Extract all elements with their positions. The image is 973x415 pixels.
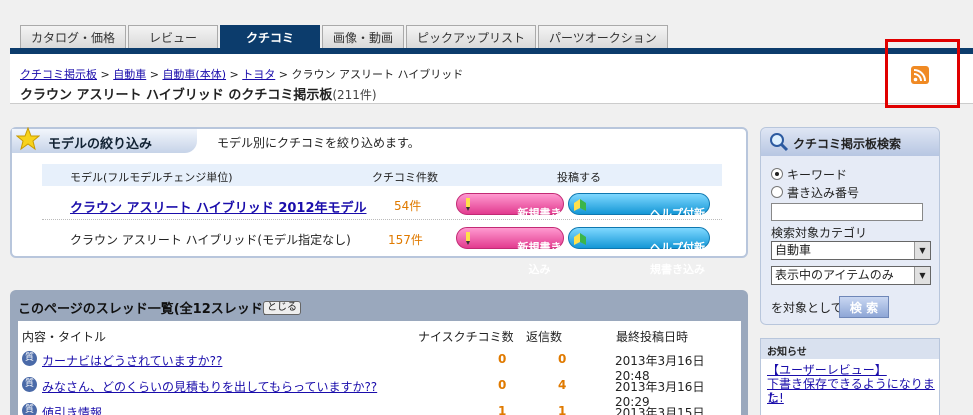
post-number-radio[interactable] bbox=[771, 186, 783, 198]
chevron-down-icon: ▼ bbox=[914, 267, 930, 284]
tab-kuchikomi[interactable]: クチコミ bbox=[220, 25, 321, 49]
highlight-box bbox=[885, 39, 960, 108]
close-button[interactable]: とじる bbox=[263, 301, 301, 315]
col-model: モデル(フルモデルチェンジ単位) bbox=[70, 171, 233, 184]
thread-link[interactable]: みなさん、どのくらいの見積もりを出してもらっていますか?? bbox=[42, 378, 377, 395]
model-table-header: モデル(フルモデルチェンジ単位) クチコミ件数 投稿する bbox=[42, 164, 722, 186]
search-button[interactable]: 検 索 bbox=[839, 296, 889, 318]
col-replies: 返信数 bbox=[526, 330, 563, 344]
tab-images[interactable]: 画像・動画 bbox=[322, 25, 405, 49]
help-post-button[interactable]: ヘルプ付新規書き込み bbox=[568, 227, 710, 276]
model-filter-header: モデルの絞り込み bbox=[12, 127, 197, 153]
new-post-label: 新規書き込み bbox=[517, 241, 562, 276]
keyword-radio-label: キーワード bbox=[787, 168, 848, 182]
last-post-date: 2013年3月15日 23:51 bbox=[615, 406, 705, 415]
category-label: 検索対象カテゴリ bbox=[771, 226, 868, 240]
page: カタログ・価格 レビュー クチコミ 画像・動画 ピックアップリスト パーツオーク… bbox=[0, 0, 973, 415]
news-heading: お知らせ bbox=[761, 339, 939, 359]
thread-link[interactable]: 値引き情報 bbox=[42, 404, 102, 415]
model-filter-panel: モデルの絞り込み モデル別にクチコミを絞り込めます。 モデル(フルモデルチェンジ… bbox=[10, 127, 748, 276]
nice-count: 1 bbox=[498, 404, 507, 415]
new-post-button[interactable]: 新規書き込み bbox=[456, 227, 564, 276]
tab-pickup[interactable]: ピックアップリスト bbox=[406, 25, 537, 49]
category-tabs: カタログ・価格 レビュー クチコミ 画像・動画 ピックアップリスト パーツオーク… bbox=[20, 25, 670, 49]
scope-select[interactable]: 表示中のアイテムのみ ▼ bbox=[771, 266, 931, 285]
page-header: クチコミ掲示板 > 自動車 > 自動車(本体) > トヨタ > クラウン アスリ… bbox=[10, 54, 973, 104]
model-filter-description: モデル別にクチコミを絞り込めます。 bbox=[217, 136, 420, 150]
thread-link[interactable]: カーナビはどうされていますか?? bbox=[42, 352, 222, 369]
thread-row: 質 カーナビはどうされていますか?? 0 0 2013年3月16日 20:48 bbox=[18, 347, 741, 383]
keyword-radio[interactable] bbox=[771, 168, 783, 180]
breadcrumb-car-body[interactable]: 自動車(本体) bbox=[162, 68, 226, 81]
news-item[interactable]: 【ユーザーレビュー】 bbox=[767, 363, 935, 377]
breadcrumb-sep: > bbox=[100, 68, 110, 81]
page-title: クラウン アスリート ハイブリッド のクチコミ掲示板(211件) bbox=[20, 84, 377, 103]
pen-icon bbox=[466, 232, 470, 245]
nice-count: 0 bbox=[498, 378, 507, 392]
thread-row: 質 みなさん、どのくらいの見積もりを出してもらっていますか?? 0 4 2013… bbox=[18, 373, 741, 409]
star-icon bbox=[16, 127, 40, 151]
category-select-value: 自動車 bbox=[775, 243, 812, 257]
category-select[interactable]: 自動車 ▼ bbox=[771, 241, 931, 260]
news-item[interactable]: た! bbox=[767, 391, 935, 405]
breadcrumb-sep: > bbox=[278, 68, 288, 81]
post-number-radio-label: 書き込み番号 bbox=[787, 186, 860, 200]
as-target-label: を対象として bbox=[771, 301, 843, 315]
scope-select-value: 表示中のアイテムのみ bbox=[775, 268, 894, 282]
search-panel: クチコミ掲示板検索 キーワード 書き込み番号 検索対象カテゴリ 自動車 ▼ 表示… bbox=[760, 127, 940, 325]
model-row: クラウン アスリート ハイブリッド 2012年モデル 54件 新規書き込み ヘル… bbox=[42, 188, 722, 242]
thread-list-heading: このページのスレッド一覧(全12スレッド) bbox=[18, 302, 269, 317]
question-icon: 質 bbox=[22, 377, 37, 392]
news-panel: お知らせ 【ユーザーレビュー】 下書き保存できるようになりまし た! bbox=[760, 338, 940, 415]
col-last-post: 最終投稿日時 bbox=[616, 330, 689, 344]
reply-count: 4 bbox=[558, 378, 567, 392]
beginner-mark-icon bbox=[574, 233, 586, 245]
help-post-button[interactable]: ヘルプ付新規書き込み bbox=[568, 193, 710, 242]
question-icon: 質 bbox=[22, 351, 37, 366]
model-name: クラウン アスリート ハイブリッド(モデル指定なし) bbox=[70, 233, 351, 247]
tab-parts-auction[interactable]: パーツオークション bbox=[538, 25, 668, 49]
thread-list-panel: このページのスレッド一覧(全12スレッド) とじる 内容・タイトル ナイスクチコ… bbox=[10, 290, 748, 415]
model-row: クラウン アスリート ハイブリッド(モデル指定なし) 157件 新規書き込み ヘ… bbox=[42, 222, 722, 276]
nice-count: 0 bbox=[498, 352, 507, 366]
page-title-text: クラウン アスリート ハイブリッド のクチコミ掲示板 bbox=[20, 88, 333, 103]
tab-review[interactable]: レビュー bbox=[128, 25, 219, 49]
help-post-label: ヘルプ付新規書き込み bbox=[650, 241, 705, 276]
model-count: 54件 bbox=[394, 199, 422, 213]
pen-icon bbox=[466, 198, 470, 211]
breadcrumb-kuchikomi[interactable]: クチコミ掲示板 bbox=[20, 68, 97, 81]
new-post-button[interactable]: 新規書き込み bbox=[456, 193, 564, 242]
breadcrumb-toyota[interactable]: トヨタ bbox=[242, 68, 275, 81]
breadcrumb-current: クラウン アスリート ハイブリッド bbox=[291, 68, 464, 81]
thread-row: 質 値引き情報 1 1 2013年3月15日 23:51 bbox=[18, 399, 741, 415]
breadcrumb: クチコミ掲示板 > 自動車 > 自動車(本体) > トヨタ > クラウン アスリ… bbox=[20, 66, 463, 82]
tab-catalog[interactable]: カタログ・価格 bbox=[20, 25, 127, 49]
reply-count: 1 bbox=[558, 404, 567, 415]
breadcrumb-car[interactable]: 自動車 bbox=[113, 68, 146, 81]
col-title: 内容・タイトル bbox=[22, 330, 107, 344]
chevron-down-icon: ▼ bbox=[914, 242, 930, 259]
col-post: 投稿する bbox=[557, 171, 601, 184]
search-input[interactable] bbox=[771, 203, 923, 221]
breadcrumb-sep: > bbox=[229, 68, 239, 81]
search-header: クチコミ掲示板検索 bbox=[761, 128, 939, 156]
search-heading: クチコミ掲示板検索 bbox=[793, 137, 902, 151]
model-link[interactable]: クラウン アスリート ハイブリッド 2012年モデル bbox=[70, 197, 367, 216]
model-count: 157件 bbox=[388, 233, 423, 247]
beginner-mark-icon bbox=[574, 199, 586, 211]
model-filter-heading: モデルの絞り込み bbox=[48, 137, 153, 152]
col-nice: ナイスクチコミ数 bbox=[418, 330, 514, 344]
page-title-count: (211件) bbox=[332, 88, 377, 102]
breadcrumb-sep: > bbox=[149, 68, 159, 81]
search-icon bbox=[770, 133, 789, 152]
thread-table: 内容・タイトル ナイスクチコミ数 返信数 最終投稿日時 質 カーナビはどうされて… bbox=[18, 321, 741, 415]
col-count: クチコミ件数 bbox=[372, 171, 438, 184]
reply-count: 0 bbox=[558, 352, 567, 366]
question-icon: 質 bbox=[22, 403, 37, 415]
